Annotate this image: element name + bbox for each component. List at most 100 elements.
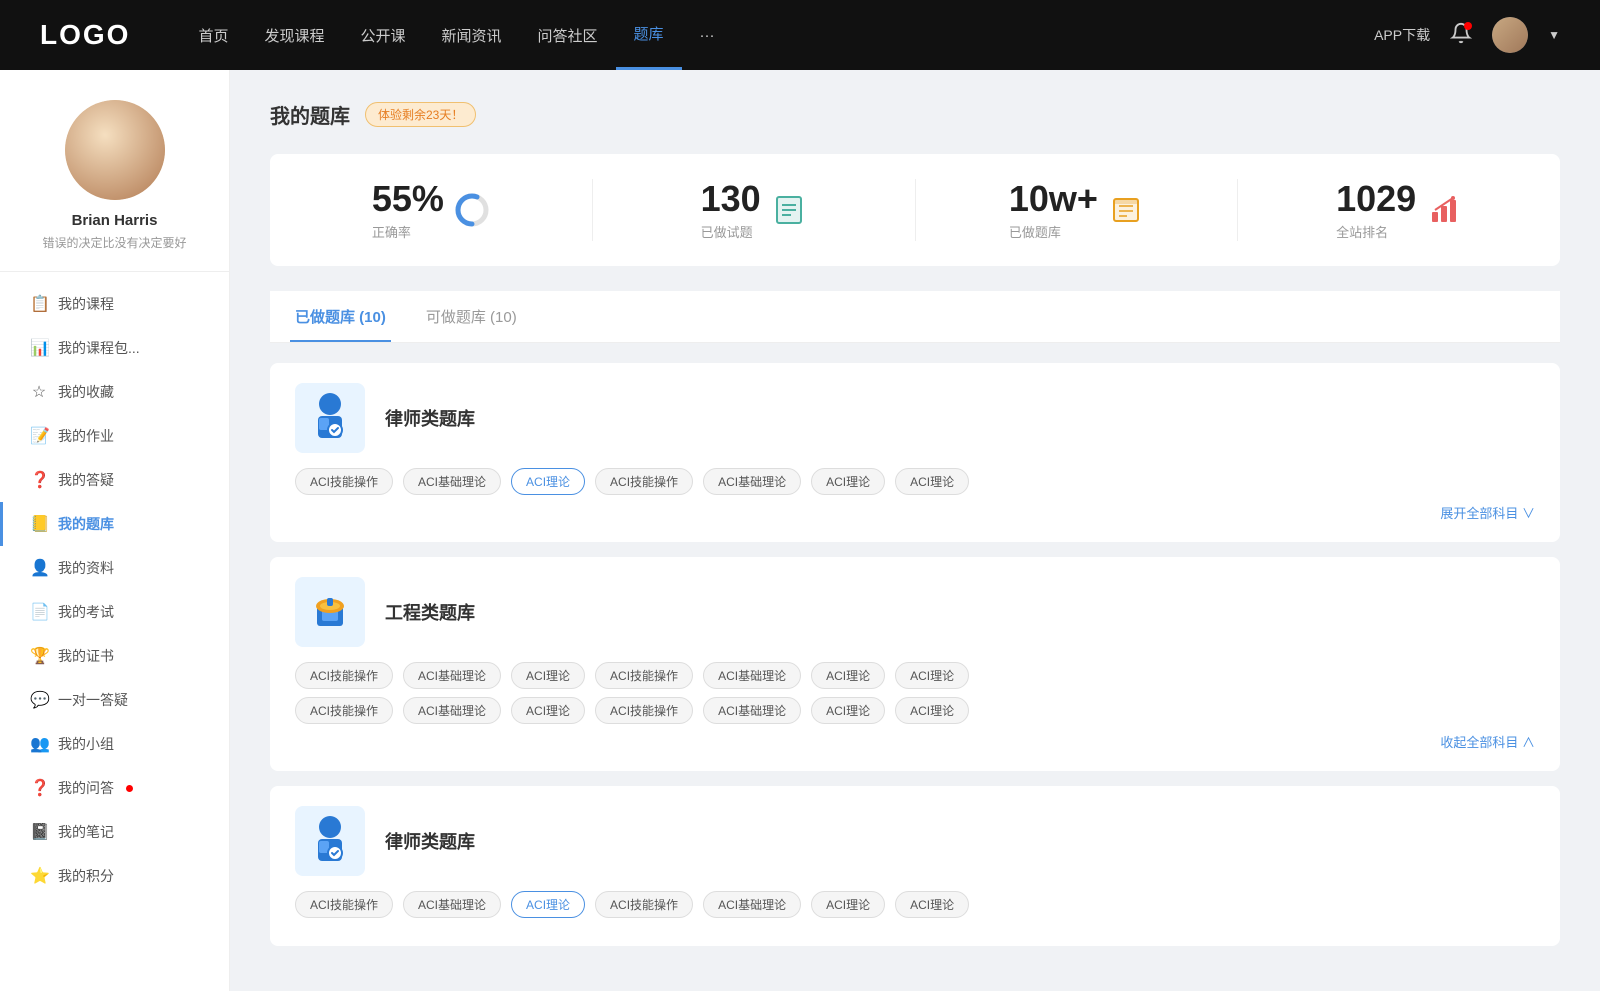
main-layout: Brian Harris 错误的决定比没有决定要好 📋 我的课程 📊 我的课程包… (0, 70, 1600, 991)
sidebar-item-label: 我的资料 (58, 558, 114, 578)
tag[interactable]: ACI理论 (811, 891, 885, 918)
nav-opencourse[interactable]: 公开课 (342, 0, 423, 70)
navbar: LOGO 首页 发现课程 公开课 新闻资讯 问答社区 题库 ··· APP下载 … (0, 0, 1600, 70)
tag[interactable]: ACI理论 (811, 697, 885, 724)
stat-accuracy-value: 55% (372, 179, 444, 219)
tag[interactable]: ACI技能操作 (295, 891, 393, 918)
qbank-tags-2-row2: ACI技能操作 ACI基础理论 ACI理论 ACI技能操作 ACI基础理论 AC… (295, 697, 1535, 724)
avatar[interactable] (1492, 17, 1528, 53)
nav-qbank[interactable]: 题库 (616, 0, 682, 70)
nav-news[interactable]: 新闻资讯 (424, 0, 520, 70)
sidebar-item-certificate[interactable]: 🏆 我的证书 (0, 634, 229, 678)
nav-home[interactable]: 首页 (180, 0, 246, 70)
sidebar-item-group[interactable]: 👥 我的小组 (0, 722, 229, 766)
sidebar-item-my-courses[interactable]: 📋 我的课程 (0, 282, 229, 326)
tag[interactable]: ACI理论 (511, 662, 585, 689)
logo[interactable]: LOGO (40, 19, 130, 51)
tag[interactable]: ACI理论 (895, 468, 969, 495)
qbank-item-3: 律师类题库 ACI技能操作 ACI基础理论 ACI理论 ACI技能操作 ACI基… (270, 786, 1560, 946)
sidebar-avatar (65, 100, 165, 200)
tag[interactable]: ACI基础理论 (703, 697, 801, 724)
qbank-icon-lawyer-3 (295, 806, 365, 876)
expand-link-1[interactable]: 展开全部科目 ∨ (295, 503, 1535, 522)
sidebar-item-profile[interactable]: 👤 我的资料 (0, 546, 229, 590)
tag[interactable]: ACI理论 (511, 697, 585, 724)
avatar-image (1492, 17, 1528, 53)
sidebar-item-my-qa[interactable]: ❓ 我的问答 (0, 766, 229, 810)
my-qa-icon: ❓ (30, 778, 48, 798)
sidebar-item-qbank[interactable]: 📒 我的题库 (0, 502, 229, 546)
tag-active[interactable]: ACI理论 (511, 468, 585, 495)
sidebar-item-favorites[interactable]: ☆ 我的收藏 (0, 370, 229, 414)
tag[interactable]: ACI基础理论 (403, 891, 501, 918)
tag-active[interactable]: ACI理论 (511, 891, 585, 918)
stats-row: 55% 正确率 130 已做试题 (270, 154, 1560, 266)
sidebar-item-label: 我的收藏 (58, 382, 114, 402)
notification-dot (1464, 22, 1472, 30)
collapse-link-2[interactable]: 收起全部科目 ∧ (295, 732, 1535, 751)
avatar-image (65, 100, 165, 200)
tag[interactable]: ACI基础理论 (403, 662, 501, 689)
tag[interactable]: ACI技能操作 (595, 697, 693, 724)
tabs-row: 已做题库 (10) 可做题库 (10) (270, 291, 1560, 343)
avatar-dropdown-arrow[interactable]: ▼ (1548, 28, 1560, 42)
nav-qa[interactable]: 问答社区 (520, 0, 616, 70)
tag[interactable]: ACI技能操作 (295, 468, 393, 495)
sidebar-profile: Brian Harris 错误的决定比没有决定要好 (0, 100, 229, 272)
sidebar-item-label: 我的课程 (58, 294, 114, 314)
sidebar-item-notes[interactable]: 📓 我的笔记 (0, 810, 229, 854)
tag[interactable]: ACI理论 (811, 468, 885, 495)
tag[interactable]: ACI技能操作 (595, 662, 693, 689)
tag[interactable]: ACI基础理论 (703, 891, 801, 918)
stat-done-questions-label: 已做试题 (701, 222, 761, 241)
tag[interactable]: ACI理论 (895, 697, 969, 724)
qbank-icon-engineering (295, 577, 365, 647)
sidebar-item-homework[interactable]: 📝 我的作业 (0, 414, 229, 458)
sidebar-item-tutoring[interactable]: 💬 一对一答疑 (0, 678, 229, 722)
tag[interactable]: ACI基础理论 (703, 468, 801, 495)
sidebar-item-questions[interactable]: ❓ 我的答疑 (0, 458, 229, 502)
exam-icon: 📄 (30, 602, 48, 622)
stat-done-banks-label: 已做题库 (1009, 222, 1098, 241)
tag[interactable]: ACI技能操作 (295, 662, 393, 689)
tag[interactable]: ACI理论 (895, 662, 969, 689)
sidebar: Brian Harris 错误的决定比没有决定要好 📋 我的课程 📊 我的课程包… (0, 70, 230, 991)
qbank-item-2: 工程类题库 ACI技能操作 ACI基础理论 ACI理论 ACI技能操作 ACI基… (270, 557, 1560, 771)
tag[interactable]: ACI基础理论 (703, 662, 801, 689)
sidebar-item-points[interactable]: ⭐ 我的积分 (0, 854, 229, 898)
tag[interactable]: ACI理论 (811, 662, 885, 689)
nav-discover[interactable]: 发现课程 (246, 0, 342, 70)
qbank-item-1: 律师类题库 ACI技能操作 ACI基础理论 ACI理论 ACI技能操作 ACI基… (270, 363, 1560, 542)
tag[interactable]: ACI技能操作 (595, 468, 693, 495)
sidebar-menu: 📋 我的课程 📊 我的课程包... ☆ 我的收藏 📝 我的作业 ❓ 我的答疑 📒 (0, 282, 229, 898)
notification-bell[interactable] (1450, 22, 1472, 49)
accuracy-chart-icon (454, 192, 490, 228)
sidebar-item-label: 我的题库 (58, 514, 114, 534)
tag[interactable]: ACI技能操作 (295, 697, 393, 724)
stat-done-questions-value: 130 (701, 179, 761, 219)
tag[interactable]: ACI基础理论 (403, 697, 501, 724)
sidebar-item-label: 我的作业 (58, 426, 114, 446)
qa-notification-dot (126, 785, 133, 792)
tag[interactable]: ACI理论 (895, 891, 969, 918)
nav-more[interactable]: ··· (682, 0, 733, 70)
done-banks-icon (1108, 192, 1144, 228)
points-icon: ⭐ (30, 866, 48, 886)
group-icon: 👥 (30, 734, 48, 754)
tag[interactable]: ACI基础理论 (403, 468, 501, 495)
page-header: 我的题库 体验剩余23天！ (270, 100, 1560, 129)
app-download-button[interactable]: APP下载 (1374, 25, 1430, 45)
qbank-tags-1: ACI技能操作 ACI基础理论 ACI理论 ACI技能操作 ACI基础理论 AC… (295, 468, 1535, 495)
qbank-title-1: 律师类题库 (385, 405, 475, 431)
tab-available-banks[interactable]: 可做题库 (10) (421, 291, 522, 342)
tab-done-banks[interactable]: 已做题库 (10) (290, 291, 391, 342)
sidebar-item-exam[interactable]: 📄 我的考试 (0, 590, 229, 634)
profile-icon: 👤 (30, 558, 48, 578)
done-questions-icon (771, 192, 807, 228)
sidebar-item-course-packages[interactable]: 📊 我的课程包... (0, 326, 229, 370)
sidebar-item-label: 我的问答 (58, 778, 114, 798)
stat-done-banks-value: 10w+ (1009, 179, 1098, 219)
tag[interactable]: ACI技能操作 (595, 891, 693, 918)
stat-done-questions: 130 已做试题 (593, 179, 916, 241)
trial-badge: 体验剩余23天！ (365, 102, 476, 127)
